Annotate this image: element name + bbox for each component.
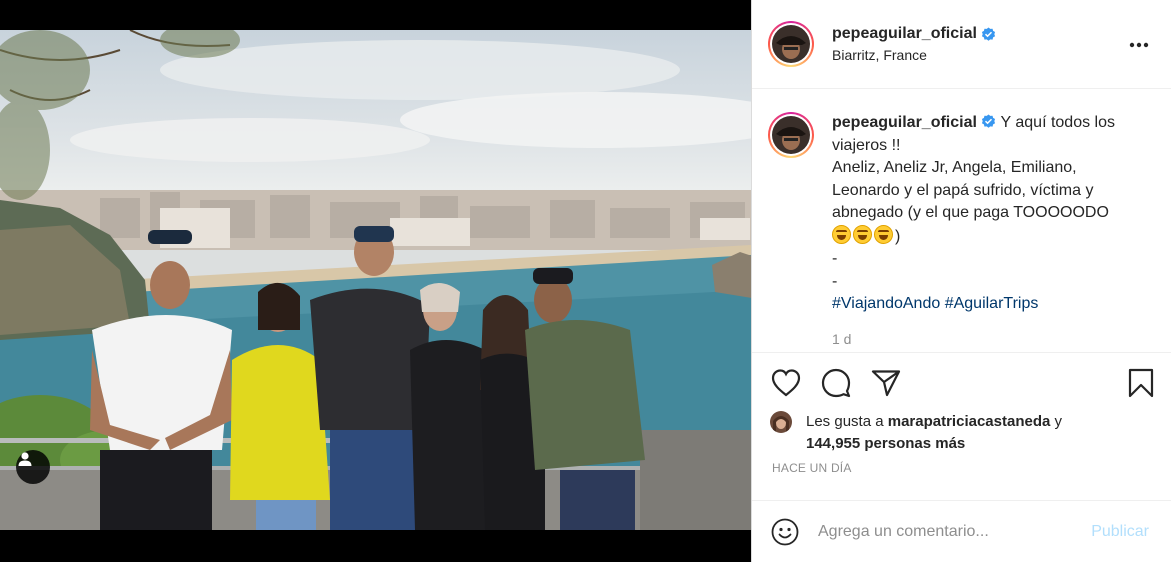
more-horizontal-icon (1129, 42, 1149, 48)
post-actions: Les gusta a marapatriciacastaneda y 144,… (752, 352, 1171, 475)
group-photo[interactable] (0, 30, 751, 530)
comment-icon (821, 368, 851, 398)
likes-joiner: y (1054, 413, 1063, 430)
caption-hashtags: #ViajandoAndo #AguilarTrips (832, 293, 1142, 316)
emoji-picker-button[interactable] (770, 517, 800, 547)
caption-line-6: ) (895, 227, 901, 245)
more-options-button[interactable] (1129, 32, 1149, 52)
caption-line-1: Y aquí todos los (1000, 114, 1115, 131)
caption-line-8: - (832, 272, 838, 290)
liker-photo (770, 411, 792, 433)
heart-icon (771, 369, 801, 397)
post-header: pepeaguilar_oficial Biarritz, France (752, 0, 1171, 89)
comment-button[interactable] (820, 367, 852, 399)
post-timestamp[interactable]: HACE UN DÍA (752, 455, 1171, 475)
save-button[interactable] (1125, 367, 1157, 399)
caption-avatar[interactable] (768, 112, 814, 158)
author-username-text[interactable]: pepeaguilar_oficial (832, 25, 977, 43)
caption-username[interactable]: pepeaguilar_oficial (832, 114, 996, 131)
hashtag-aguilartrips[interactable]: #AguilarTrips (945, 295, 1039, 312)
post-author-username[interactable]: pepeaguilar_oficial (832, 25, 996, 43)
profile-avatar[interactable] (768, 21, 814, 67)
liker-username[interactable]: marapatriciacastaneda (888, 413, 1051, 430)
caption-line-4: Leonardo y el papá sufrido, víctima y (832, 181, 1094, 199)
beach-group-photo-image (0, 30, 751, 530)
user-icon (18, 452, 32, 466)
liker-avatar[interactable] (770, 411, 792, 433)
add-comment-bar: Publicar (752, 500, 1171, 562)
action-icons-row (752, 353, 1171, 413)
profile-photo (772, 25, 810, 63)
caption-line-3: Aneliz, Aneliz Jr, Angela, Emiliano, (832, 159, 1077, 176)
caption-username-text[interactable]: pepeaguilar_oficial (832, 114, 977, 131)
profile-photo (772, 116, 810, 154)
comment-input[interactable] (818, 522, 1092, 541)
likes-count[interactable]: 144,955 personas más (806, 435, 965, 452)
laughing-emoji-icon (832, 224, 851, 244)
likes-text: Les gusta a marapatriciacastaneda y 144,… (806, 411, 1062, 455)
verified-badge-icon (981, 26, 995, 41)
share-button[interactable] (870, 367, 902, 399)
like-button[interactable] (770, 367, 802, 399)
hashtag-viajandoando[interactable]: #ViajandoAndo (832, 295, 940, 312)
post-media[interactable] (0, 0, 752, 562)
caption-line-7: - (832, 250, 838, 267)
likes-summary: Les gusta a marapatriciacastaneda y 144,… (752, 411, 1171, 455)
post-caption: pepeaguilar_oficial Y aquí todos los via… (832, 112, 1142, 352)
laughing-emoji-icon (853, 224, 872, 244)
post-location[interactable]: Biarritz, France (832, 47, 996, 63)
comments-area[interactable]: pepeaguilar_oficial Y aquí todos los via… (752, 90, 1171, 352)
paper-plane-icon (871, 370, 901, 397)
caption-line-2: viajeros !! (832, 136, 901, 154)
verified-badge-icon (982, 114, 996, 128)
tagged-users-button[interactable] (16, 450, 50, 484)
publish-button[interactable]: Publicar (1091, 523, 1149, 541)
laughing-emoji-icon (874, 224, 893, 244)
caption-line-5: abnegado (y el que paga TOOOOODO (832, 204, 1109, 221)
caption-emoji-line: ) (832, 224, 1142, 249)
bookmark-icon (1128, 368, 1154, 398)
post-side-panel: pepeaguilar_oficial Biarritz, France pep… (752, 0, 1171, 562)
caption-timestamp[interactable]: 1 d (832, 328, 1142, 351)
smiley-icon (771, 518, 799, 545)
likes-prefix: Les gusta a (806, 413, 884, 430)
